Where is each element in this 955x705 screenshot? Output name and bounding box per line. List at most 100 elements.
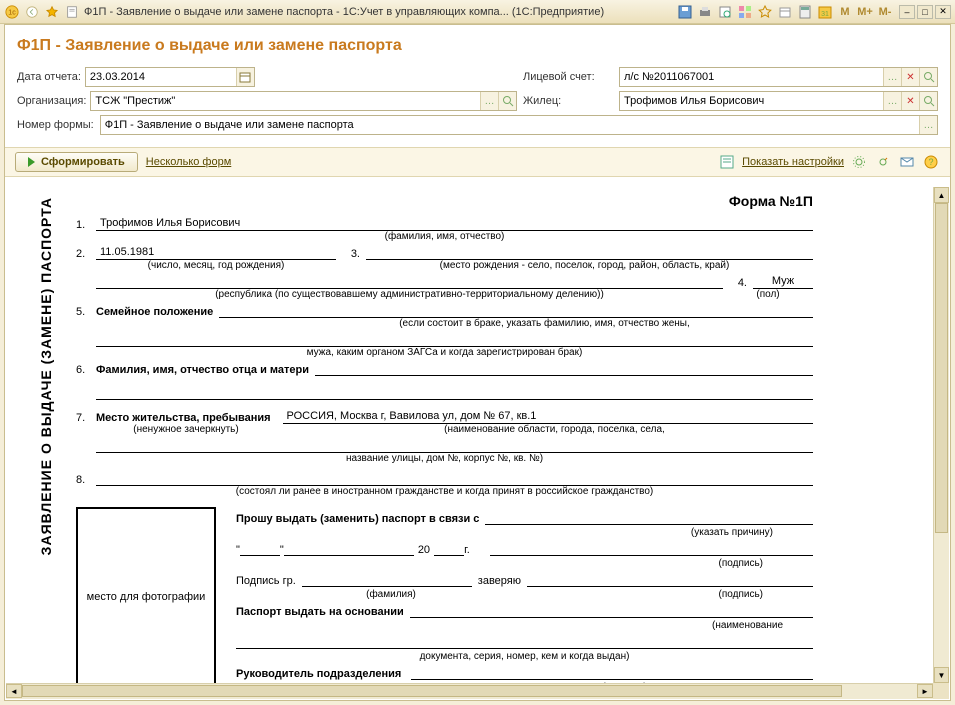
row1-name: Трофимов Илья Борисович [96, 217, 813, 231]
hscroll-thumb[interactable] [22, 685, 842, 697]
ellipsis-icon[interactable]: … [883, 68, 901, 86]
row2-hint: (число, месяц, год рождения) [76, 260, 356, 271]
gear1-icon[interactable] [850, 153, 868, 171]
row5-label: Семейное положение [96, 306, 213, 318]
show-settings-link[interactable]: Показать настройки [742, 156, 844, 168]
row1-hint: (фамилия, имя, отчество) [76, 231, 813, 242]
clear-icon[interactable]: ✕ [901, 68, 919, 86]
row3-birthplace [366, 246, 813, 260]
m-plus-button[interactable]: M+ [857, 4, 873, 20]
formnum-input-wrap: … [100, 115, 938, 135]
main-frame: Ф1П - Заявление о выдаче или замене пасп… [4, 24, 951, 701]
form-number: Форма №1П [26, 193, 913, 209]
photo-placeholder: место для фотографии [76, 507, 216, 683]
document-area: ЗАЯВЛЕНИЕ О ВЫДАЧЕ (ЗАМЕНЕ) ПАСПОРТА Фор… [6, 187, 949, 699]
account-input-wrap: … ✕ [619, 67, 938, 87]
row5-value2 [96, 333, 813, 347]
row7-label: Место жительства, пребывания [96, 412, 271, 424]
titlebar-toolbar: 31 M M+ M- [677, 4, 893, 20]
row5-value [219, 304, 813, 318]
issue-label: Паспорт выдать на основании [236, 606, 404, 618]
row3-hint: (место рождения - село, поселок, город, … [356, 260, 813, 271]
star-outline-icon[interactable] [757, 4, 773, 20]
request-hint: (указать причину) [236, 527, 813, 538]
row2-num: 2. [76, 248, 96, 260]
maximize-button[interactable]: □ [917, 5, 933, 19]
scroll-left-icon[interactable]: ◄ [6, 684, 22, 698]
svg-text:?: ? [928, 157, 933, 167]
multiple-forms-link[interactable]: Несколько форм [146, 156, 231, 168]
help-icon[interactable]: ? [922, 153, 940, 171]
save-icon[interactable] [677, 4, 693, 20]
vertical-scrollbar[interactable]: ▲ ▼ [933, 187, 949, 683]
scroll-up-icon[interactable]: ▲ [934, 187, 949, 203]
calc-icon[interactable] [797, 4, 813, 20]
org-input-wrap: … [90, 91, 517, 111]
formnum-input[interactable] [101, 117, 919, 133]
play-icon [28, 157, 35, 167]
search-icon[interactable] [919, 68, 937, 86]
row7-hint-cross: (ненужное зачеркнуть) [76, 424, 296, 435]
account-label: Лицевой счет: [523, 71, 615, 83]
org-input[interactable] [91, 93, 480, 109]
scroll-down-icon[interactable]: ▼ [934, 667, 949, 683]
svg-text:31: 31 [821, 11, 829, 18]
back-icon[interactable] [24, 4, 40, 20]
date-input-wrap [85, 67, 255, 87]
tenant-input[interactable] [620, 93, 883, 109]
m-button[interactable]: M [837, 4, 853, 20]
clear-icon[interactable]: ✕ [901, 92, 919, 110]
row1-num: 1. [76, 219, 96, 231]
horizontal-scrollbar[interactable]: ◄ ► [6, 683, 933, 699]
date-input[interactable] [86, 69, 236, 85]
row4-hint-pol: (пол) [723, 289, 813, 300]
m-minus-button[interactable]: M- [877, 4, 893, 20]
issue-hint2: документа, серия, номер, кем и когда выд… [236, 651, 813, 662]
app-logo-icon: 1c [4, 4, 20, 20]
grid-icon[interactable] [737, 4, 753, 20]
favorite-icon[interactable] [44, 4, 60, 20]
date-month [284, 542, 414, 556]
calendar-picker-icon[interactable] [236, 68, 254, 86]
date-day [240, 542, 280, 556]
preview-icon[interactable] [717, 4, 733, 20]
ellipsis-icon[interactable]: … [480, 92, 498, 110]
search-icon[interactable] [919, 92, 937, 110]
tenant-input-wrap: … ✕ [619, 91, 938, 111]
row7-num: 7. [76, 412, 96, 424]
formnum-label: Номер формы: [17, 119, 94, 131]
issue-hint: (наименование [236, 620, 813, 631]
date-label: Дата отчета: [17, 71, 81, 83]
date-year [434, 542, 464, 556]
ellipsis-icon[interactable]: … [919, 116, 937, 134]
row4-num: 4. [723, 277, 753, 289]
document-scroll[interactable]: ЗАЯВЛЕНИЕ О ВЫДАЧЕ (ЗАМЕНЕ) ПАСПОРТА Фор… [6, 187, 933, 683]
mail-icon[interactable] [898, 153, 916, 171]
history-icon[interactable] [777, 4, 793, 20]
row5-num: 5. [76, 306, 96, 318]
head-label: Руководитель подразделения [236, 668, 401, 680]
minimize-button[interactable]: – [899, 5, 915, 19]
row4-sex: Муж [753, 275, 813, 289]
sign-gr-label: Подпись гр. [236, 575, 296, 587]
toolbar: Сформировать Несколько форм Показать нас… [5, 147, 950, 177]
date-20: 20 [414, 544, 434, 556]
generate-label: Сформировать [41, 156, 125, 168]
print-icon[interactable] [697, 4, 713, 20]
calendar-icon[interactable]: 31 [817, 4, 833, 20]
search-icon[interactable] [498, 92, 516, 110]
close-button[interactable]: ✕ [935, 5, 951, 19]
request-label: Прошу выдать (заменить) паспорт в связи … [236, 513, 479, 525]
generate-button[interactable]: Сформировать [15, 152, 138, 172]
row7-hint-addr: (наименование области, города, поселка, … [296, 424, 813, 435]
settings-doc-icon[interactable] [718, 153, 736, 171]
head-value [411, 666, 813, 680]
scroll-right-icon[interactable]: ► [917, 684, 933, 698]
account-input[interactable] [620, 69, 883, 85]
row7-addr: РОССИЯ, Москва г, Вавилова ул, дом № 67,… [283, 410, 813, 424]
ellipsis-icon[interactable]: … [883, 92, 901, 110]
gear2-icon[interactable] [874, 153, 892, 171]
org-label: Организация: [17, 95, 86, 107]
page-title: Ф1П - Заявление о выдаче или замене пасп… [5, 25, 950, 63]
vscroll-thumb[interactable] [935, 203, 948, 533]
